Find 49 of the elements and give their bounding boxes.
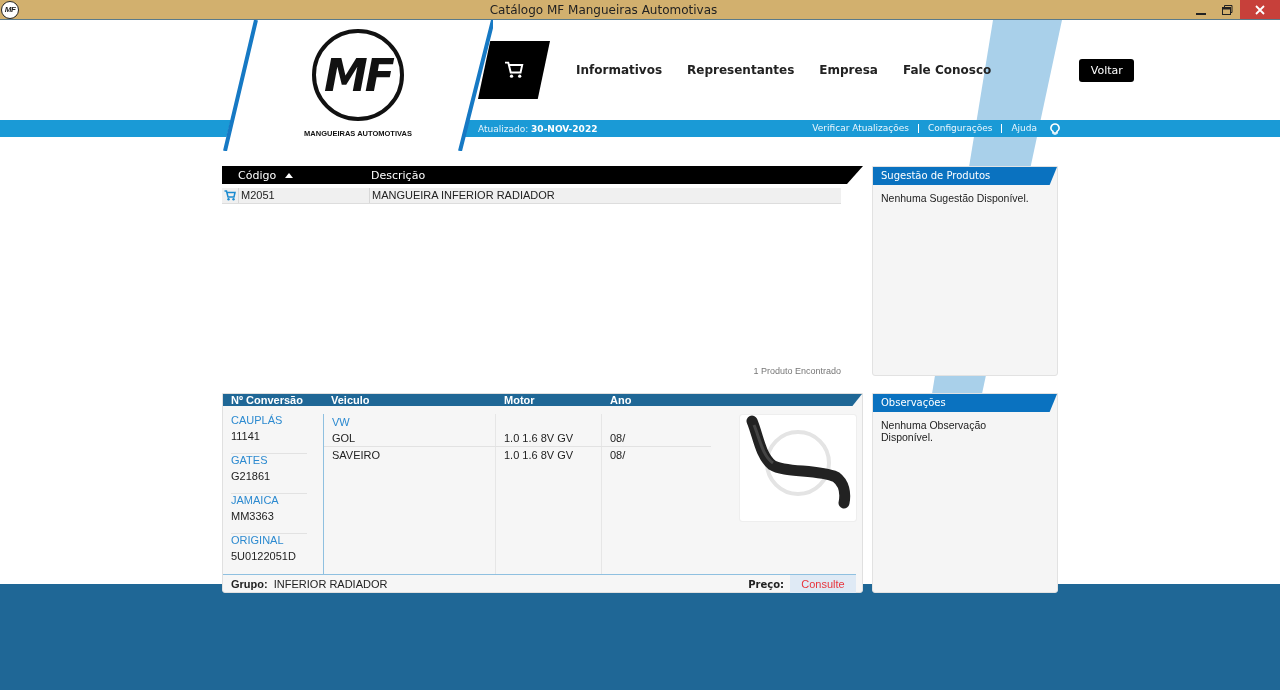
table-row[interactable]: M2051 MANGUEIRA INFERIOR RADIADOR: [222, 188, 841, 204]
nav-link[interactable]: Representantes: [687, 63, 795, 77]
minimize-icon: [1196, 12, 1206, 15]
part-number: G21861: [231, 470, 272, 482]
column-header[interactable]: Código: [238, 168, 371, 182]
logo-letters: MF: [324, 49, 392, 101]
brand-label: GATES: [231, 454, 269, 468]
vehicle-make: VW: [324, 414, 496, 430]
panel-message: Nenhuma Sugestão Disponível.: [880, 191, 1030, 206]
panel-title: Sugestão de Produtos: [873, 167, 1057, 185]
part-number: MM3363: [231, 510, 275, 522]
price-value: Consulte: [790, 575, 856, 593]
cart-button[interactable]: [478, 41, 550, 99]
updated-date: Atualizado: 30-NOV-2022: [478, 123, 598, 134]
part-number: 5U0122051D: [231, 550, 297, 562]
table-cell-text: 08/: [609, 431, 627, 446]
column-header: Motor: [503, 394, 536, 406]
table-cell: SAVEIRO: [324, 447, 496, 463]
nav-link[interactable]: Informativos: [576, 63, 663, 77]
brand-label: JAMAICA: [231, 494, 280, 508]
restore-icon: [1221, 3, 1233, 16]
brand-label: CAUPLÁS: [231, 414, 284, 428]
close-icon: [1254, 3, 1266, 16]
column-header: Veiculo: [330, 394, 371, 406]
cart-icon: [504, 61, 524, 79]
cart-icon[interactable]: [224, 190, 236, 201]
column-header[interactable]: Descrição: [371, 168, 426, 182]
group-label: Grupo: INFERIOR RADIADOR: [231, 578, 388, 590]
column-header: Ano: [609, 394, 632, 406]
panel-title: Observações: [873, 394, 1057, 412]
window-title: Catálogo MF Mangueiras Automotivas: [488, 2, 719, 17]
close-button[interactable]: [1240, 0, 1280, 19]
back-button[interactable]: Voltar: [1079, 58, 1135, 82]
table-cell: MANGUEIRA INFERIOR RADIADOR: [369, 188, 555, 203]
lightbulb-icon[interactable]: [1050, 122, 1060, 135]
table-cell: GOL: [324, 430, 496, 446]
brand-label: ORIGINAL: [231, 534, 285, 548]
table-cell: M2051: [238, 188, 369, 203]
app-icon: MF: [1, 0, 19, 19]
table-cell-text: 08/: [609, 448, 627, 463]
price-label: Preço:: [748, 578, 784, 590]
result-count: 1 Produto Encontrado: [752, 366, 841, 376]
nav-link[interactable]: Fale Conosco: [902, 63, 992, 77]
table-cell: 1.0 1.6 8V GV: [496, 430, 602, 446]
panel-message: Nenhuma Observação Disponível.: [880, 418, 988, 445]
column-header: Nº Conversão: [230, 394, 304, 406]
table-cell: 1.0 1.6 8V GV: [496, 447, 602, 463]
part-number: 11141: [231, 430, 261, 442]
nav-link[interactable]: Empresa: [819, 63, 878, 77]
